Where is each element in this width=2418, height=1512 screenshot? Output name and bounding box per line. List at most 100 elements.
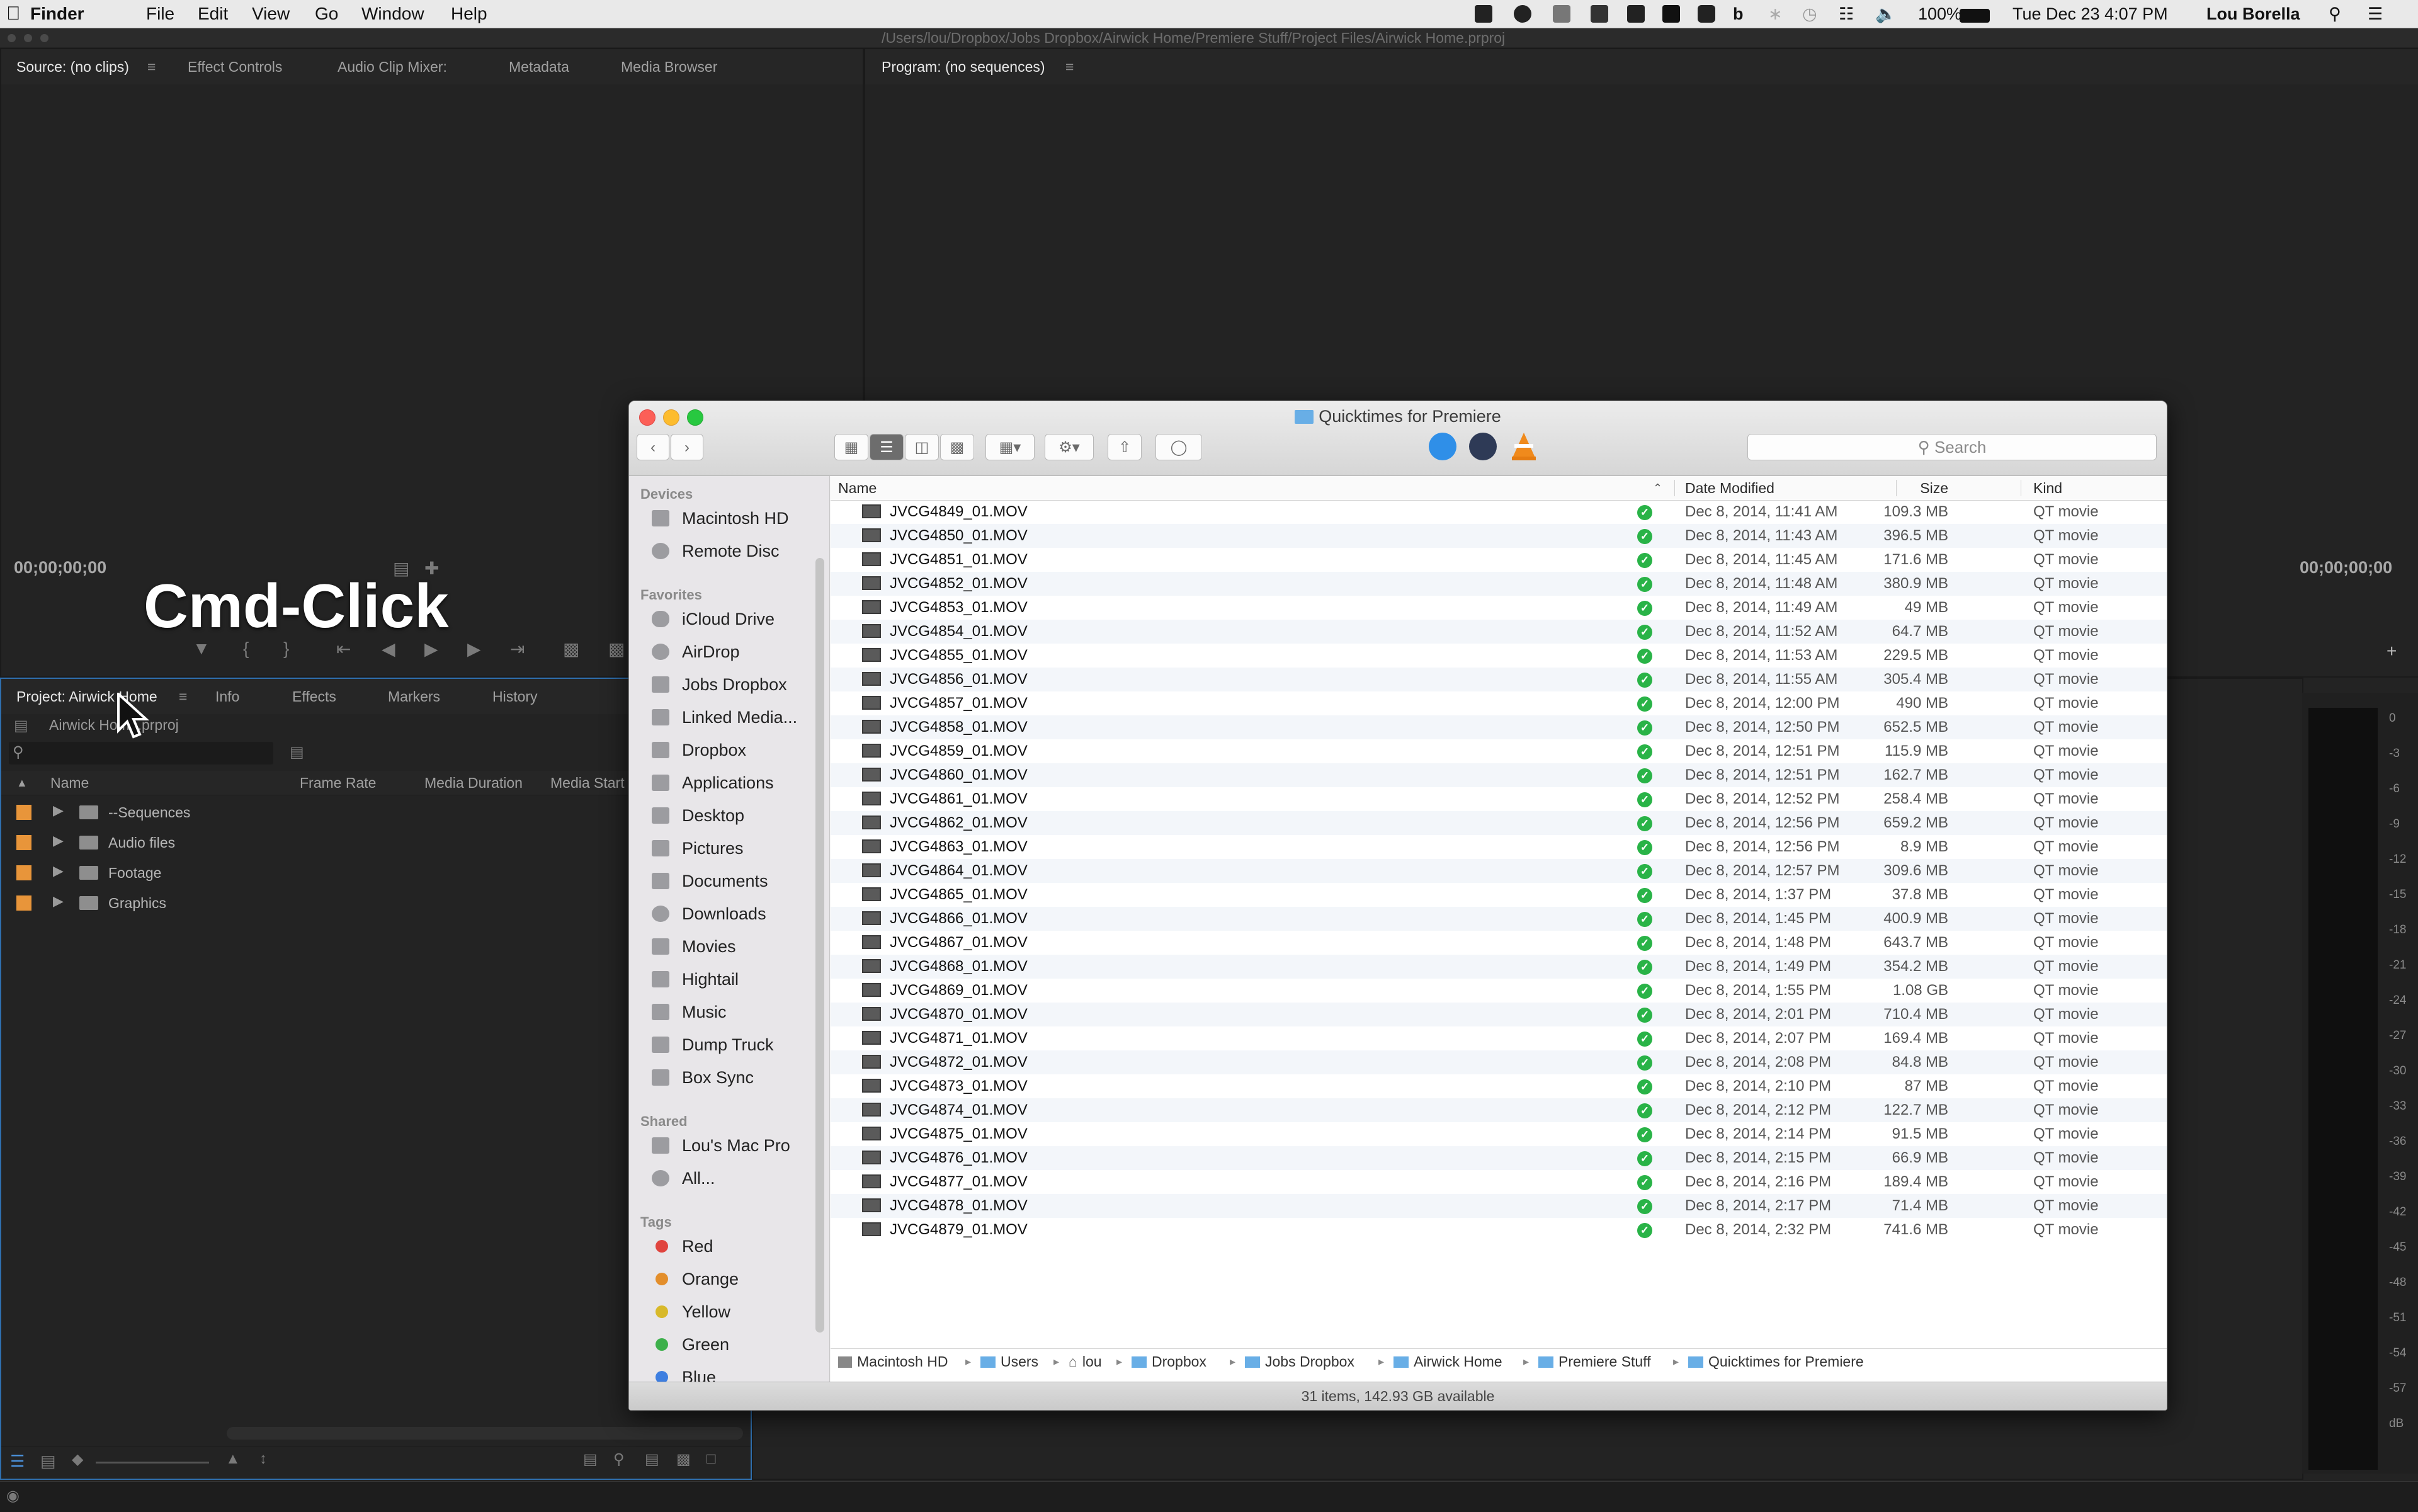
label-color-swatch[interactable] [16, 805, 31, 820]
path-segment-lou[interactable]: ⌂ lou [1069, 1349, 1102, 1374]
sidebar-tag-green[interactable]: Green [640, 1329, 823, 1360]
project-bin-row[interactable]: ▶ Footage [1, 858, 625, 888]
arrange-button[interactable]: ▦▾ [985, 434, 1035, 460]
status-icon[interactable]: ◉ [6, 1487, 20, 1505]
sidebar-tag-yellow[interactable]: Yellow [640, 1296, 823, 1327]
b-icon[interactable]: b [1733, 0, 1744, 28]
insert-icon[interactable]: ▩ [563, 639, 579, 659]
list-view-button[interactable]: ☰ [870, 434, 904, 460]
file-row[interactable]: JVCG4865_01.MOV ✓ Dec 8, 2014, 1:37 PM 37.8… [831, 883, 2167, 907]
path-segment-jobs-dropbox[interactable]: Jobs Dropbox [1245, 1349, 1354, 1374]
tab-media-browser[interactable]: Media Browser [621, 49, 717, 84]
app-launcher-icon[interactable] [1469, 433, 1497, 460]
disclosure-triangle-icon[interactable]: ▶ [53, 802, 64, 819]
tab-source[interactable]: Source: (no clips) [16, 49, 129, 84]
file-row[interactable]: JVCG4855_01.MOV ✓ Dec 8, 2014, 11:53 AM 229… [831, 644, 2167, 668]
sidebar-item-box-sync[interactable]: Box Sync [640, 1062, 823, 1093]
col-name[interactable]: Name [838, 476, 877, 500]
file-row[interactable]: JVCG4851_01.MOV ✓ Dec 8, 2014, 11:45 AM 171… [831, 548, 2167, 572]
sort-icons-icon[interactable]: ▲ [225, 1450, 241, 1468]
calendar-icon[interactable] [1591, 5, 1608, 23]
menu-file[interactable]: File [146, 0, 174, 28]
disclosure-triangle-icon[interactable]: ▶ [53, 833, 64, 849]
sidebar-item-downloads[interactable]: Downloads [640, 898, 823, 929]
tab-effect-controls[interactable]: Effect Controls [188, 49, 282, 84]
sidebar-tag-red[interactable]: Red [640, 1231, 823, 1262]
sidebar-item-hightail[interactable]: Hightail [640, 963, 823, 995]
col-frame-rate[interactable]: Frame Rate [300, 771, 376, 795]
action-gear-button[interactable]: ⚙▾ [1045, 434, 1094, 460]
battery-icon[interactable] [1960, 9, 1990, 23]
new-bin-icon[interactable]: ▤ [645, 1450, 659, 1469]
project-search-input[interactable]: ⚲ [9, 742, 273, 765]
menu-window[interactable]: Window [361, 0, 424, 28]
path-segment-users[interactable]: Users [980, 1349, 1038, 1374]
sidebar-item-applications[interactable]: Applications [640, 767, 823, 799]
horizontal-scrollbar[interactable] [227, 1427, 743, 1440]
project-bin-row[interactable]: ▶ Audio files [1, 827, 625, 858]
col-kind[interactable]: Kind [2033, 476, 2062, 500]
path-segment-quicktimes-for-premiere[interactable]: Quicktimes for Premiere [1688, 1349, 1864, 1374]
file-row[interactable]: JVCG4859_01.MOV ✓ Dec 8, 2014, 12:51 PM 115… [831, 739, 2167, 763]
menu-help[interactable]: Help [451, 0, 487, 28]
sidebar-item-desktop[interactable]: Desktop [640, 800, 823, 831]
file-row[interactable]: JVCG4871_01.MOV ✓ Dec 8, 2014, 2:07 PM 169.… [831, 1026, 2167, 1050]
file-row[interactable]: JVCG4853_01.MOV ✓ Dec 8, 2014, 11:49 AM 49 … [831, 596, 2167, 620]
sidebar-item-dump-truck[interactable]: Dump Truck [640, 1029, 823, 1060]
tab-info[interactable]: Info [215, 679, 239, 714]
overwrite-icon[interactable]: ▩ [608, 639, 625, 659]
path-segment-airwick-home[interactable]: Airwick Home [1393, 1349, 1502, 1374]
menu-edit[interactable]: Edit [198, 0, 228, 28]
sidebar-item-lous-mac-pro[interactable]: Lou's Mac Pro [640, 1130, 823, 1161]
sidebar-tag-orange[interactable]: Orange [640, 1263, 823, 1295]
file-row[interactable]: JVCG4879_01.MOV ✓ Dec 8, 2014, 2:32 PM 741.… [831, 1218, 2167, 1242]
vlc-icon[interactable] [1509, 431, 1538, 462]
file-row[interactable]: JVCG4858_01.MOV ✓ Dec 8, 2014, 12:50 PM 652… [831, 715, 2167, 739]
find-icon[interactable]: ⚲ [613, 1450, 625, 1469]
sidebar-scrollbar[interactable] [815, 558, 824, 1333]
bluetooth-icon[interactable]: ∗ [1768, 0, 1783, 28]
project-bin-row[interactable]: ▶ --Sequences [1, 797, 625, 827]
panel-menu-icon[interactable]: ≡ [1065, 49, 1074, 84]
sidebar-item-icloud-drive[interactable]: iCloud Drive [640, 603, 823, 635]
back-button[interactable]: ‹ [637, 434, 669, 460]
file-row[interactable]: JVCG4849_01.MOV ✓ Dec 8, 2014, 11:41 AM 109… [831, 500, 2167, 524]
cover-flow-button[interactable]: ▩ [940, 434, 974, 460]
col-media-start[interactable]: Media Start [550, 771, 625, 795]
sidebar-item-music[interactable]: Music [640, 996, 823, 1028]
col-size[interactable]: Size [1914, 476, 1948, 500]
panel-menu-icon[interactable]: ≡ [147, 49, 156, 84]
column-divider[interactable] [1896, 480, 1897, 496]
project-bin-row[interactable]: ▶ Graphics [1, 888, 625, 918]
disclosure-triangle-icon[interactable]: ▶ [53, 893, 64, 909]
creative-cloud-icon[interactable] [1514, 5, 1531, 23]
bar-icon[interactable] [1627, 5, 1645, 23]
search-input[interactable]: ⚲ Search [1747, 434, 2157, 460]
label-color-swatch[interactable] [16, 865, 31, 880]
file-row[interactable]: JVCG4862_01.MOV ✓ Dec 8, 2014, 12:56 PM 659… [831, 811, 2167, 835]
tab-program[interactable]: Program: (no sequences) [882, 49, 1045, 84]
notification-icon[interactable]: ☰ [2368, 0, 2383, 28]
file-row[interactable]: JVCG4861_01.MOV ✓ Dec 8, 2014, 12:52 PM 258… [831, 787, 2167, 811]
sidebar-item-jobs-dropbox[interactable]: Jobs Dropbox [640, 669, 823, 700]
file-row[interactable]: JVCG4863_01.MOV ✓ Dec 8, 2014, 12:56 PM 8.9… [831, 835, 2167, 859]
col-name[interactable]: Name [50, 771, 89, 795]
new-bin-search-icon[interactable]: ▤ [290, 743, 304, 761]
file-row[interactable]: JVCG4856_01.MOV ✓ Dec 8, 2014, 11:55 AM 305… [831, 668, 2167, 691]
source-timecode[interactable]: 00;00;00;00 [14, 558, 106, 577]
tab-history[interactable]: History [492, 679, 538, 714]
tags-button[interactable]: ◯ [1155, 434, 1202, 460]
zoom-slider[interactable] [96, 1462, 209, 1464]
user-name[interactable]: Lou Borella [2206, 0, 2300, 28]
app-icon[interactable] [1662, 5, 1680, 23]
spotlight-icon[interactable]: ⚲ [2329, 0, 2341, 28]
share-button[interactable]: ⇧ [1108, 434, 1142, 460]
icon-view-icon[interactable]: ▤ [40, 1452, 56, 1471]
sidebar-item-dropbox[interactable]: Dropbox [640, 734, 823, 766]
sidebar-item-airdrop[interactable]: AirDrop [640, 636, 823, 668]
file-row[interactable]: JVCG4878_01.MOV ✓ Dec 8, 2014, 2:17 PM 71.4… [831, 1194, 2167, 1218]
file-row[interactable]: JVCG4869_01.MOV ✓ Dec 8, 2014, 1:55 PM 1.08… [831, 979, 2167, 1003]
list-view-icon[interactable]: ☰ [10, 1452, 25, 1471]
file-row[interactable]: JVCG4867_01.MOV ✓ Dec 8, 2014, 1:48 PM 643.… [831, 931, 2167, 955]
file-row[interactable]: JVCG4857_01.MOV ✓ Dec 8, 2014, 12:00 PM 490… [831, 691, 2167, 715]
